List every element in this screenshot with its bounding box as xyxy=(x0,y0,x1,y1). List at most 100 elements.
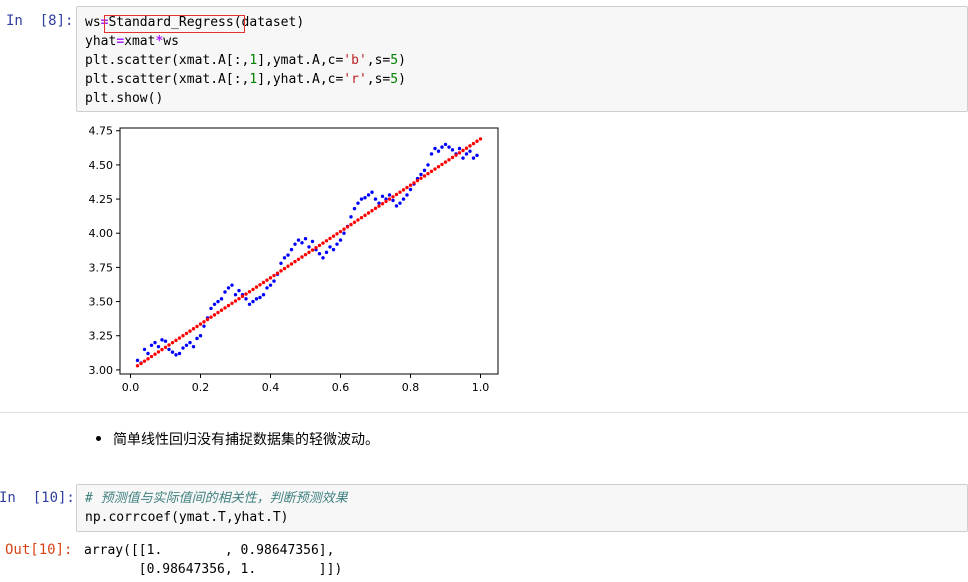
data-point-blue xyxy=(258,295,262,300)
fitted-point-red xyxy=(279,269,283,273)
fitted-point-red xyxy=(247,290,252,294)
data-point-blue xyxy=(370,190,374,194)
data-point-blue xyxy=(188,340,192,345)
data-point-blue xyxy=(440,145,444,149)
code-token: xmat xyxy=(124,34,156,49)
data-point-blue xyxy=(149,343,154,347)
cell-10-out-prompt: Out[10]: xyxy=(5,542,73,558)
data-point-blue xyxy=(461,156,465,160)
x-tick-label: 0.0 xyxy=(122,381,140,394)
data-point-blue xyxy=(359,197,364,201)
data-point-blue xyxy=(338,238,343,242)
fitted-point-red xyxy=(184,331,189,336)
fitted-point-red xyxy=(471,141,476,146)
scatter-chart: 0.0 0.2 0.4 0.6 0.8 1.0 3.00 3.25 3.50 3.75 4.00 4.… xyxy=(89,125,499,394)
data-point-blue xyxy=(457,146,462,151)
fitted-point-red xyxy=(443,160,448,164)
fitted-point-red xyxy=(366,211,371,215)
data-point-blue xyxy=(310,239,315,244)
fitted-point-red xyxy=(160,347,164,352)
data-point-blue xyxy=(177,351,182,356)
fitted-point-red xyxy=(342,227,346,231)
fitted-point-red xyxy=(408,183,413,187)
code-token: ws xyxy=(85,15,101,30)
fitted-point-red xyxy=(331,234,336,238)
data-point-blue xyxy=(223,290,227,294)
fitted-point-red xyxy=(391,195,395,199)
fitted-point-red xyxy=(181,334,185,338)
fitted-point-red xyxy=(188,329,192,333)
data-point-blue xyxy=(349,215,353,219)
fitted-point-red xyxy=(254,285,259,289)
fitted-point-red xyxy=(412,181,416,185)
data-point-blue xyxy=(282,256,287,260)
fitted-point-red xyxy=(174,338,178,343)
data-point-blue xyxy=(450,148,455,152)
fitted-point-red xyxy=(282,266,287,271)
code-line-2: yhat=xmat*ws xyxy=(85,32,179,51)
fitted-point-red xyxy=(296,257,301,262)
data-point-blue xyxy=(422,168,427,173)
data-point-blue xyxy=(244,297,248,301)
fitted-point-red xyxy=(447,158,451,162)
fitted-point-red xyxy=(153,352,157,356)
fitted-point-red xyxy=(436,165,441,169)
fitted-point-red xyxy=(272,273,276,278)
data-point-blue xyxy=(429,152,434,156)
data-point-blue xyxy=(331,247,336,252)
fitted-point-red xyxy=(433,167,437,171)
y-tick-label: 3.50 xyxy=(89,296,114,309)
fitted-point-red xyxy=(226,303,231,308)
data-point-blue xyxy=(181,346,185,350)
x-tick-label: 0.4 xyxy=(262,381,280,394)
data-point-blue xyxy=(307,245,311,249)
data-point-blue xyxy=(293,242,297,246)
data-point-blue xyxy=(398,201,402,205)
data-point-blue xyxy=(436,149,441,153)
fitted-point-red xyxy=(233,299,238,303)
code-cell-8[interactable]: ws=Standard_Regress(dataset) yhat=xmat*ws… xyxy=(76,6,968,112)
fitted-point-red xyxy=(373,206,378,211)
code-token: ],yhat.A,c= xyxy=(257,72,344,87)
code-line-corrcoef: np.corrcoef(ymat.T,yhat.T) xyxy=(85,510,289,525)
fitted-point-red xyxy=(244,292,248,296)
data-point-blue xyxy=(405,193,409,197)
data-point-blue xyxy=(380,194,385,199)
y-tick-label: 4.75 xyxy=(89,125,114,138)
code-line-4: plt.scatter(xmat.A[:,1],yhat.A,c='r',s=5… xyxy=(85,70,406,89)
fitted-point-red xyxy=(349,222,353,227)
code-token: 'b' xyxy=(343,53,367,68)
fitted-point-red xyxy=(268,276,273,280)
fitted-point-red xyxy=(405,185,409,190)
fitted-point-red xyxy=(265,278,269,282)
data-point-blue xyxy=(226,286,231,290)
data-point-blue xyxy=(216,299,220,304)
data-point-blue xyxy=(352,206,357,211)
fitted-point-red xyxy=(475,139,479,143)
data-point-blue xyxy=(135,358,140,363)
data-point-blue xyxy=(296,238,301,242)
fitted-point-red xyxy=(251,287,255,292)
fitted-point-red xyxy=(461,148,465,153)
data-point-blue xyxy=(321,256,325,260)
fitted-point-red xyxy=(429,169,434,174)
code-cell-10[interactable]: # 预测值与实际值间的相关性，判断预测效果 np.corrcoef(ymat.T… xyxy=(76,484,968,532)
data-point-blue xyxy=(342,231,346,235)
data-point-blue xyxy=(191,344,196,349)
data-point-blue xyxy=(387,193,392,197)
data-point-blue xyxy=(366,193,371,197)
fitted-point-red xyxy=(177,336,182,340)
data-point-blue xyxy=(433,146,437,151)
code-token: ,s= xyxy=(366,53,391,68)
y-tick-label: 3.75 xyxy=(89,261,114,274)
fitted-point-red xyxy=(384,199,388,204)
cell-8-prompt: In [8]: xyxy=(6,13,74,29)
data-point-blue xyxy=(408,187,413,192)
data-point-blue xyxy=(268,283,273,287)
data-point-blue xyxy=(272,279,276,283)
data-point-blue xyxy=(363,196,367,200)
code-token: ],ymat.A,c= xyxy=(257,53,344,68)
fitted-point-red xyxy=(426,171,430,176)
fitted-point-red xyxy=(289,262,294,266)
data-point-blue xyxy=(230,283,234,287)
